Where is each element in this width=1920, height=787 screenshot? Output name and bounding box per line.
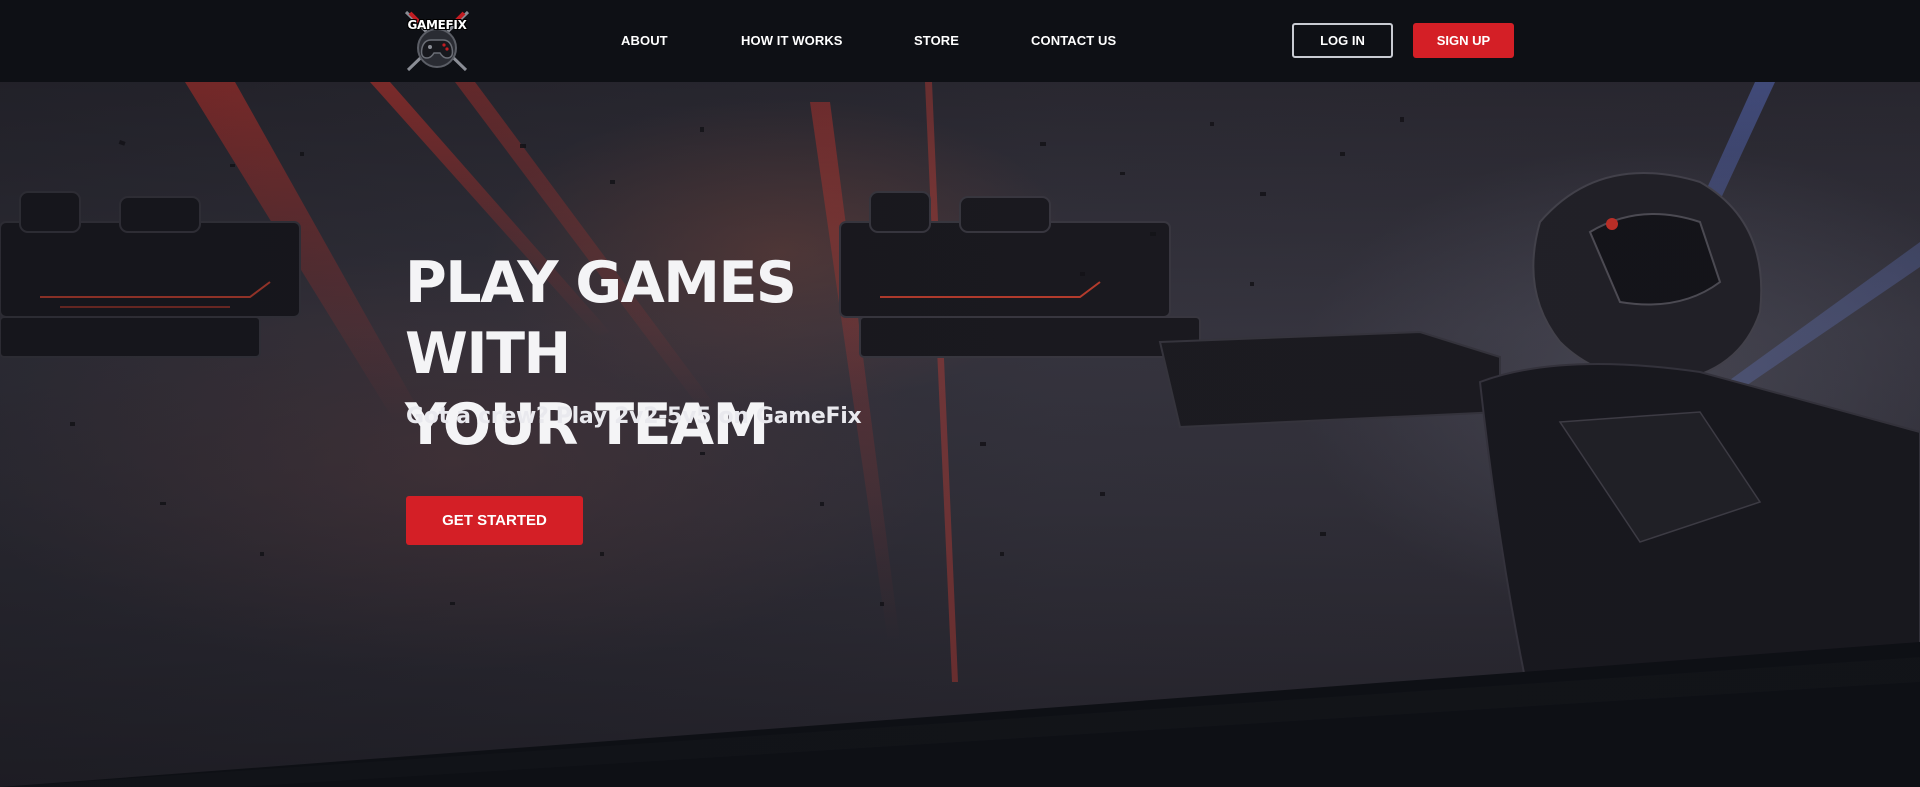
- get-started-button[interactable]: GET STARTED: [406, 496, 583, 545]
- hero-subtitle: Got a crew? Play 2v2-5v5 on GameFix: [406, 404, 862, 429]
- signup-button[interactable]: SIGN UP: [1413, 23, 1514, 58]
- login-button[interactable]: LOG IN: [1292, 23, 1393, 58]
- logo-text: GAMEFIX: [407, 18, 467, 32]
- hero-title: PLAY GAMES WITH YOUR TEAM: [405, 250, 797, 458]
- nav-link-about[interactable]: ABOUT: [621, 33, 668, 48]
- hero-banner: PLAY GAMES WITH YOUR TEAM Got a crew? Pl…: [0, 82, 1920, 787]
- nav-link-how-it-works[interactable]: HOW IT WORKS: [741, 33, 843, 48]
- top-navbar: GAMEFIX ABOUT HOW IT WORKS STORE CONTACT…: [0, 0, 1920, 82]
- nav-link-store[interactable]: STORE: [914, 33, 959, 48]
- nav-link-contact-us[interactable]: CONTACT US: [1031, 33, 1116, 48]
- gamefix-logo[interactable]: GAMEFIX: [400, 8, 474, 74]
